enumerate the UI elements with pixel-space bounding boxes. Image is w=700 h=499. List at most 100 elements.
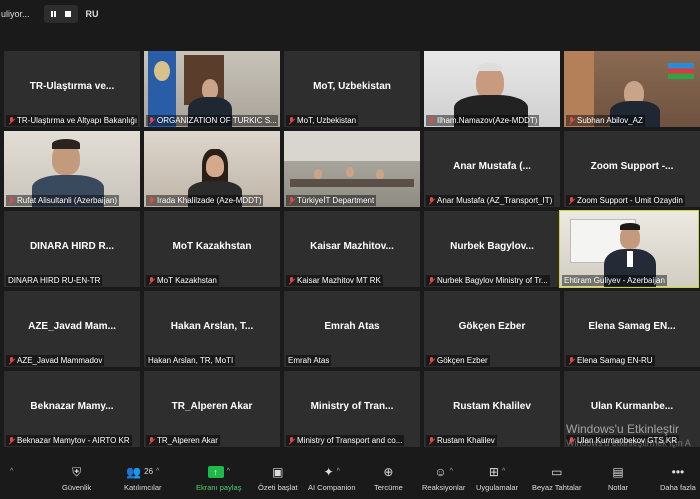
mic-muted-icon bbox=[568, 356, 575, 365]
more-button[interactable]: ••• Daha fazla bbox=[660, 464, 696, 496]
mic-muted-icon bbox=[148, 436, 155, 445]
participant-grid: TR-Ulaştırma ve... TR-Ulaştırma ve Altya… bbox=[4, 51, 700, 451]
participant-name-label: TR-Ulaştırma ve Altyapı Bakanlığı bbox=[6, 115, 138, 126]
participant-tile[interactable]: Rustam Khalilev Rustam Khalilev bbox=[424, 371, 560, 447]
participant-display-name: Hakan Arslan, T... bbox=[170, 321, 254, 332]
participant-display-name: Elena Samag EN... bbox=[588, 321, 676, 332]
participant-tile[interactable]: Subhan Abilov_AZ bbox=[564, 51, 700, 127]
participant-tile[interactable]: Beknazar Mamy... Beknazar Mamytov - AIRT… bbox=[4, 371, 140, 447]
participant-tile[interactable]: MoT, Uzbekistan MoT, Uzbekistan bbox=[284, 51, 420, 127]
participant-tile[interactable]: Kaisar Mazhitov... Kaisar Mazhitov MT RK bbox=[284, 211, 420, 287]
start-summary-button[interactable]: ▣ Özeti başlat bbox=[258, 464, 298, 496]
participant-tile[interactable]: Zoom Support -... Zoom Support - Umit Oz… bbox=[564, 131, 700, 207]
whiteboards-button[interactable]: ▭ Beyaz Tahtalar bbox=[532, 464, 581, 496]
participants-button[interactable]: 👥 26 ^ Katılımcılar bbox=[124, 464, 162, 496]
notes-button[interactable]: ▤ Notlar bbox=[608, 464, 628, 496]
participant-display-name: Emrah Atas bbox=[324, 321, 380, 332]
mic-muted-icon bbox=[8, 196, 15, 205]
whiteboard-icon: ▭ bbox=[551, 465, 563, 479]
participant-display-name: MoT, Uzbekistan bbox=[313, 81, 391, 92]
summary-icon: ▣ bbox=[272, 465, 284, 479]
participant-tile[interactable]: Rufat Alisultanli (Azerbaijan) bbox=[4, 131, 140, 207]
language-indicator[interactable]: RU bbox=[86, 9, 99, 19]
participant-tile[interactable]: Elena Samag EN... Elena Samag EN-RU bbox=[564, 291, 700, 367]
chevron-up-icon[interactable]: ^ bbox=[450, 464, 453, 480]
share-screen-button[interactable]: ↑ ^ Ekranı paylaş bbox=[196, 464, 241, 496]
participant-display-name: TR_Alperen Akar bbox=[171, 401, 253, 412]
mic-muted-icon bbox=[288, 276, 295, 285]
participant-name-label: Kaisar Mazhitov MT RK bbox=[286, 275, 383, 286]
ai-companion-button[interactable]: ✦ ^ AI Companion bbox=[308, 464, 356, 496]
participant-display-name: AZE_Javad Mam... bbox=[28, 321, 116, 332]
participant-name-label: TR_Alperen Akar bbox=[146, 435, 220, 446]
participant-display-name: Zoom Support -... bbox=[590, 161, 674, 172]
windows-activation-watermark: Windows'u Etkinleştir bbox=[566, 422, 679, 436]
mic-muted-icon bbox=[428, 276, 435, 285]
participant-display-name: Anar Mustafa (... bbox=[453, 161, 531, 172]
stop-icon[interactable] bbox=[64, 11, 71, 17]
participant-tile[interactable]: DINARA HIRD R... DINARA HIRD RU-EN-TR bbox=[4, 211, 140, 287]
translate-button[interactable]: ⊕ Tercüme bbox=[374, 464, 403, 496]
participant-name-label: Emrah Atas bbox=[286, 355, 332, 366]
participant-name-label: Ehtiram Guliyev - Azerbaijan bbox=[562, 275, 667, 286]
audio-button[interactable]: ^ bbox=[10, 464, 13, 496]
start-summary-label: Özeti başlat bbox=[258, 483, 298, 492]
participant-display-name: Beknazar Mamy... bbox=[30, 401, 114, 412]
notes-label: Notlar bbox=[608, 483, 629, 492]
mic-muted-icon bbox=[428, 196, 435, 205]
participant-tile[interactable]: Emrah Atas Emrah Atas bbox=[284, 291, 420, 367]
participant-tile[interactable]: Hakan Arslan, T... Hakan Arslan, TR, MoT… bbox=[144, 291, 280, 367]
mic-muted-icon bbox=[148, 116, 155, 125]
participant-name-label: Rustam Khalilev bbox=[426, 435, 497, 446]
participant-display-name: Rustam Khalilev bbox=[453, 401, 531, 412]
mic-muted-icon bbox=[428, 436, 435, 445]
globe-icon: ⊕ bbox=[383, 465, 394, 479]
reactions-button[interactable]: ☺ ^ Reaksiyonlar bbox=[422, 464, 465, 496]
mic-muted-icon bbox=[8, 356, 15, 365]
participant-name-label: Subhan Abilov_AZ bbox=[566, 115, 645, 126]
participant-tile[interactable]: AZE_Javad Mam... AZE_Javad Mammadov bbox=[4, 291, 140, 367]
mic-muted-icon bbox=[568, 116, 575, 125]
reactions-label: Reaksiyonlar bbox=[422, 483, 466, 492]
participant-name-label: ORGANIZATION OF TURKIC S... bbox=[146, 115, 278, 126]
participant-name-label: DINARA HIRD RU-EN-TR bbox=[6, 275, 103, 286]
active-speaker-tile[interactable]: Ehtiram Guliyev - Azerbaijan bbox=[559, 210, 699, 288]
apps-label: Uygulamalar bbox=[476, 483, 519, 492]
participant-tile[interactable]: TR_Alperen Akar TR_Alperen Akar bbox=[144, 371, 280, 447]
sparkle-icon: ✦ bbox=[323, 465, 334, 479]
participant-tile[interactable]: Irada Khalilzade (Aze-MDDT) bbox=[144, 131, 280, 207]
meeting-topbar: uliyor... RU bbox=[0, 0, 700, 28]
emoji-icon: ☺ bbox=[434, 465, 447, 479]
participant-display-name: Kaisar Mazhitov... bbox=[310, 241, 394, 252]
share-screen-icon: ↑ bbox=[207, 466, 224, 478]
participant-tile[interactable]: Ilham.Namazov(Aze-MDDT) bbox=[424, 51, 560, 127]
participant-name-label: Ministry of Transport and co... bbox=[286, 435, 405, 446]
participant-tile[interactable]: TR-Ulaştırma ve... TR-Ulaştırma ve Altya… bbox=[4, 51, 140, 127]
chevron-up-icon[interactable]: ^ bbox=[10, 464, 13, 480]
apps-button[interactable]: ⊞ ^ Uygulamalar bbox=[476, 464, 518, 496]
participants-icon: 👥 bbox=[126, 465, 142, 479]
participant-tile[interactable]: Anar Mustafa (... Anar Mustafa (AZ_Trans… bbox=[424, 131, 560, 207]
pause-icon[interactable] bbox=[50, 11, 56, 17]
chevron-up-icon[interactable]: ^ bbox=[502, 464, 505, 480]
participant-tile[interactable]: TürkiyeİT Department bbox=[284, 131, 420, 207]
notes-icon: ▤ bbox=[612, 465, 624, 479]
participant-tile[interactable]: Gökçen Ezber Gökçen Ezber bbox=[424, 291, 560, 367]
participant-tile[interactable]: Ministry of Tran... Ministry of Transpor… bbox=[284, 371, 420, 447]
participant-name-label: Rufat Alisultanli (Azerbaijan) bbox=[6, 195, 120, 206]
participant-name-label: Hakan Arslan, TR, MoTI bbox=[146, 355, 236, 366]
security-button[interactable]: ⛨ Güvenlik bbox=[62, 464, 91, 496]
chevron-up-icon[interactable]: ^ bbox=[337, 464, 340, 480]
participant-tile[interactable]: MoT Kazakhstan MoT Kazakhstan bbox=[144, 211, 280, 287]
chevron-up-icon[interactable]: ^ bbox=[227, 464, 230, 480]
chevron-up-icon[interactable]: ^ bbox=[156, 464, 159, 480]
participant-name-label: Zoom Support - Umit Ozaydin bbox=[566, 195, 685, 206]
share-screen-label: Ekranı paylaş bbox=[196, 483, 242, 492]
windows-activation-hint: Windows'u etkinleştirmek için A bbox=[566, 438, 691, 448]
mic-muted-icon bbox=[148, 276, 155, 285]
participant-name-label: Beknazar Mamytov - AIRTO KR bbox=[6, 435, 132, 446]
whiteboards-label: Beyaz Tahtalar bbox=[532, 483, 582, 492]
participant-name-label: AZE_Javad Mammadov bbox=[6, 355, 105, 366]
participant-tile[interactable]: Nurbek Bagylov... Nurbek Bagylov Ministr… bbox=[424, 211, 560, 287]
participant-tile[interactable]: ORGANIZATION OF TURKIC S... bbox=[144, 51, 280, 127]
